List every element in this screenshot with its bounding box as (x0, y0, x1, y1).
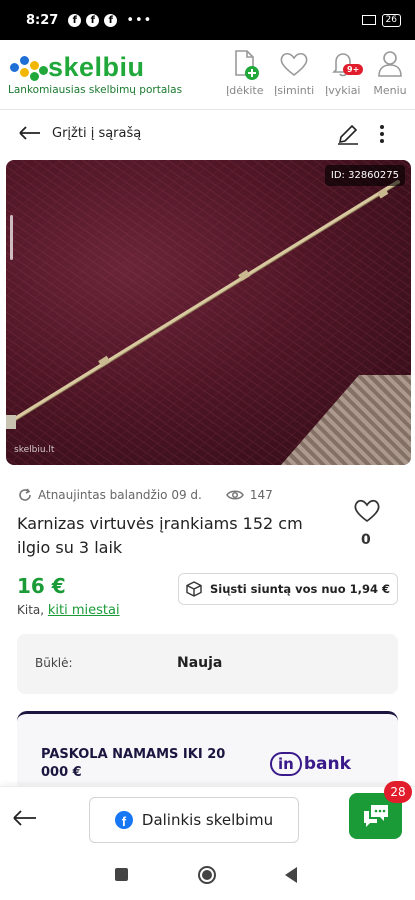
facebook-notification-icon: f (104, 13, 118, 27)
heart-icon (280, 52, 308, 77)
share-label: Dalinkis skelbimu (141, 811, 274, 829)
user-icon (378, 51, 402, 77)
home-icon[interactable] (198, 866, 216, 884)
recent-apps-icon[interactable] (115, 868, 128, 881)
add-document-icon (234, 50, 259, 80)
photo-scroll-indicator (10, 215, 13, 260)
arrow-left-icon (19, 126, 40, 140)
system-navigation (0, 850, 415, 900)
back-triangle-icon[interactable] (285, 867, 297, 883)
listing-location: Kita, kiti miestai (17, 603, 120, 618)
nav-favorites[interactable]: Įsiminti (274, 48, 314, 97)
shipping-button[interactable]: Siųsti siuntą vos nuo 1,94 € (178, 573, 398, 605)
favorite-heart-icon[interactable] (352, 496, 382, 524)
facebook-notification-icon: f (68, 13, 82, 27)
logo[interactable]: skelbiu (8, 52, 145, 83)
views-count-wrap: 147 (225, 488, 273, 502)
status-time: 8:27 (26, 12, 59, 28)
ad-text: PASKOLA NAMAMS IKI 20 000 € (41, 747, 226, 780)
updated-date: Atnaujintas balandžio 09 d. (38, 488, 202, 502)
eye-icon (225, 490, 244, 500)
nav-menu[interactable]: Meniu (373, 48, 407, 97)
location-link[interactable]: kiti miestai (48, 603, 120, 618)
condition-value: Nauja (177, 655, 223, 671)
inbank-logo-box: in (270, 752, 302, 776)
condition-label: Būklė: (35, 656, 73, 670)
nav-label: Įsiminti (274, 84, 315, 97)
condition-card: Būklė: Nauja (17, 634, 398, 694)
pencil-icon[interactable] (336, 122, 360, 146)
more-notifications-icon: ••• (126, 12, 153, 28)
battery-indicator: 26 (381, 13, 401, 27)
refresh-icon (19, 488, 31, 501)
inbank-logo: in bank (270, 752, 351, 776)
events-badge: 9+ (343, 64, 364, 75)
nav-label: Įvykiai (325, 84, 361, 97)
views-count: 147 (249, 488, 273, 502)
back-label: Grįžti į sąrašą (52, 125, 142, 141)
listing-page: 8:27 f f f ••• 26 skelbiu Lankomiausias … (0, 0, 415, 900)
signal-icon (361, 15, 376, 25)
listing-title: Karnizas virtuvės įrankiams 152 cm ilgio… (17, 514, 303, 557)
tagline: Lankomiausias skelbimų portalas (8, 84, 183, 96)
status-bar: 8:27 f f f ••• 26 (0, 0, 415, 40)
nav-label: Įdėkite (226, 84, 264, 97)
nav-add-listing[interactable]: Įdėkite (226, 48, 264, 97)
inbank-logo-text: bank (303, 754, 351, 774)
photo-watermark: skelbiu.lt (14, 445, 55, 455)
curtain-rod-image (6, 180, 400, 429)
chat-icon (363, 805, 388, 827)
logo-dots-icon (8, 53, 48, 83)
chat-badge: 28 (384, 781, 412, 803)
nav-events[interactable]: 9+ Įvykiai (325, 48, 364, 97)
more-vertical-icon[interactable] (377, 124, 387, 144)
arrow-left-icon[interactable] (12, 809, 38, 827)
favorites-count: 0 (361, 532, 371, 548)
listing-id-badge: ID: 32860275 (324, 165, 405, 186)
listing-photo[interactable]: ID: 32860275 skelbiu.lt (6, 160, 411, 465)
listing-meta: Atnaujintas balandžio 09 d. 147 (18, 488, 273, 502)
brand-name: skelbiu (48, 52, 145, 82)
listing-toolbar: Grįžti į sąrašą (0, 110, 415, 160)
facebook-notification-icon: f (86, 13, 100, 27)
nav-label: Meniu (373, 84, 407, 97)
bottom-action-bar: f Dalinkis skelbimu 28 (0, 781, 415, 850)
package-icon (186, 581, 202, 597)
shipping-label: Siųsti siuntą vos nuo 1,94 € (209, 582, 391, 596)
location-prefix: Kita, (17, 603, 45, 617)
site-header: skelbiu Lankomiausias skelbimų portalas … (0, 40, 415, 110)
status-indicators: 26 (361, 13, 401, 27)
listing-price: 16 € (17, 574, 66, 598)
facebook-icon: f (114, 811, 133, 829)
back-to-list-link[interactable]: Grįžti į sąrašą (18, 125, 141, 141)
share-button[interactable]: f Dalinkis skelbimu (89, 797, 299, 843)
